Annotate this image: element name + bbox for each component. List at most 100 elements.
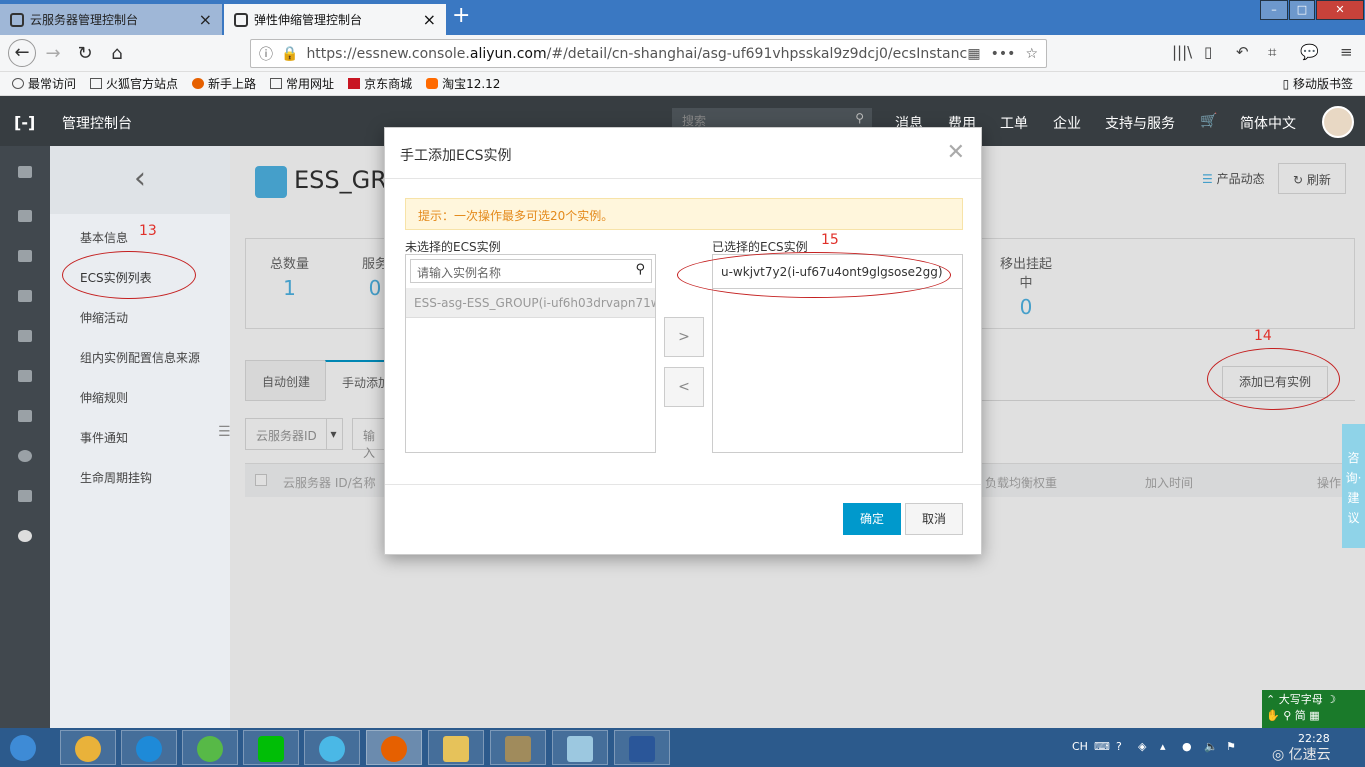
cloud-upload-icon[interactable]	[18, 330, 32, 342]
sidebar-item-scaling-activities[interactable]: 伸缩活动	[80, 309, 128, 326]
move-right-button[interactable]: >	[664, 317, 704, 357]
undo-icon[interactable]: ↶	[1236, 43, 1249, 61]
home-icon[interactable]: ⌂	[106, 43, 128, 65]
qr-icon[interactable]: ▦	[967, 46, 980, 62]
bookmark-common-sites[interactable]: 常用网址	[270, 75, 334, 92]
moon-icon: ☽	[1322, 693, 1337, 706]
iqiyi-icon	[258, 736, 284, 762]
tray-green-icon[interactable]: ●	[1182, 740, 1192, 753]
annotation-14: 14	[1254, 328, 1272, 344]
taskbar-explorer[interactable]	[428, 730, 484, 765]
bookmark-star-icon[interactable]: ☆	[1025, 46, 1038, 62]
library-icon[interactable]: |||\	[1172, 43, 1192, 61]
taskbar-word[interactable]	[614, 730, 670, 765]
grid-icon[interactable]	[18, 166, 32, 178]
watermark: ◎ 亿速云	[1272, 747, 1331, 763]
folder-icon	[270, 78, 283, 89]
circle-icon[interactable]	[18, 530, 32, 542]
url-suffix: /#/detail/cn-shanghai/asg-uf691vhpsskal9…	[546, 45, 968, 62]
list-item[interactable]: ESS-asg-ESS_GROUP(i-uf6h03drvapn71w...	[406, 288, 655, 318]
bookmark-most-visited[interactable]: 最常访问	[12, 75, 76, 92]
close-tab-icon[interactable]: ×	[199, 10, 212, 29]
globe-icon[interactable]	[18, 450, 32, 462]
consult-side-tab[interactable]: 咨询·建议	[1342, 424, 1365, 548]
taskbar-player[interactable]	[304, 730, 360, 765]
sidebar-item-config-source[interactable]: 组内实例配置信息来源	[80, 349, 200, 366]
crop-icon[interactable]: ⌗	[1268, 43, 1276, 61]
tray-expand-icon[interactable]: ▴	[1160, 740, 1166, 753]
aliyun-favicon-icon	[234, 12, 248, 27]
taskbar-browser[interactable]	[182, 730, 238, 765]
menu-icon[interactable]: ≡	[1340, 43, 1353, 61]
keyboard-icon[interactable]: ⌨	[1094, 740, 1110, 753]
annotation-oval-13	[62, 251, 196, 299]
taskbar-360-app[interactable]	[60, 730, 116, 765]
start-button[interactable]	[0, 730, 50, 765]
tray-app-icon[interactable]: ◈	[1138, 740, 1146, 753]
move-left-button[interactable]: <	[664, 367, 704, 407]
jd-icon	[348, 78, 361, 89]
page-actions-icon[interactable]: •••	[991, 46, 1016, 62]
instance-search-input[interactable]: 请输入实例名称 ⚲	[410, 259, 652, 283]
forward-icon[interactable]: →	[42, 43, 64, 65]
taskbar-ie[interactable]	[121, 730, 177, 765]
cloud-icon[interactable]	[18, 290, 32, 302]
bookmark-firefox-site[interactable]: 火狐官方站点	[90, 75, 178, 92]
avatar[interactable]	[1322, 106, 1354, 138]
sidebar-item-basic-info[interactable]: 基本信息	[80, 229, 128, 246]
taobao-icon	[426, 78, 439, 89]
back-chevron-icon[interactable]: ‹	[50, 146, 230, 214]
grid-icon: ▦	[1305, 709, 1320, 722]
nav-language[interactable]: 简体中文	[1240, 113, 1296, 133]
bookmark-getting-started[interactable]: 新手上路	[192, 75, 256, 92]
close-tab-icon[interactable]: ×	[423, 10, 436, 29]
bookmark-taobao[interactable]: 淘宝12.12	[426, 75, 500, 92]
sidebar-item-scaling-rules[interactable]: 伸缩规则	[80, 389, 128, 406]
volume-icon[interactable]: 🔈	[1204, 740, 1218, 753]
mobile-bookmarks[interactable]: ▯ 移动版书签	[1283, 75, 1353, 92]
taskbar-firefox[interactable]	[366, 730, 422, 765]
collapse-handle-icon[interactable]: ☰	[218, 424, 231, 440]
trophy-icon[interactable]	[18, 250, 32, 262]
minimize-icon[interactable]: –	[1260, 0, 1288, 20]
browser-tab-ess[interactable]: 弹性伸缩管理控制台 ×	[224, 4, 446, 35]
search-icon: ⚲	[1283, 709, 1295, 722]
bookmark-jd[interactable]: 京东商城	[348, 75, 412, 92]
close-window-icon[interactable]: ✕	[1316, 0, 1364, 20]
sidebar-item-event-notification[interactable]: 事件通知	[80, 429, 128, 446]
close-icon[interactable]: ✕	[947, 140, 965, 165]
browser-tab-ecs[interactable]: 云服务器管理控制台 ×	[0, 4, 222, 35]
reload-icon[interactable]: ↻	[74, 43, 96, 65]
cart-icon[interactable]: 🛒	[1200, 113, 1217, 129]
sidebar-item-lifecycle-hooks[interactable]: 生命周期挂钩	[80, 469, 152, 486]
new-tab-icon[interactable]: +	[452, 3, 470, 28]
list-icon[interactable]	[18, 210, 32, 222]
flag-icon[interactable]: ⚑	[1226, 740, 1236, 753]
language-indicator[interactable]: CH	[1072, 740, 1088, 753]
nav-enterprise[interactable]: 企业	[1053, 113, 1081, 133]
bug-icon[interactable]	[18, 490, 32, 502]
cancel-button[interactable]: 取消	[905, 503, 963, 535]
taskbar-control-panel[interactable]	[490, 730, 546, 765]
annotation-15: 15	[821, 232, 839, 248]
maximize-icon[interactable]: □	[1289, 0, 1315, 20]
ie-icon	[136, 736, 162, 762]
chat-icon[interactable]: 💬	[1300, 43, 1319, 61]
bookmarks-bar: 最常访问 火狐官方站点 新手上路 常用网址 京东商城 淘宝12.12 ▯ 移动版…	[0, 72, 1365, 96]
console-title[interactable]: 管理控制台	[62, 113, 132, 133]
ime-toolbar[interactable]: ⌃ 大写字母 ☽ ✋ ⚲ 简 ▦	[1262, 690, 1365, 728]
help-icon[interactable]: ?	[1116, 740, 1122, 753]
cluster-icon[interactable]	[18, 410, 32, 422]
aliyun-logo-icon[interactable]: [-]	[14, 113, 35, 132]
nav-support[interactable]: 支持与服务	[1105, 113, 1175, 133]
taskbar-iqiyi[interactable]	[243, 730, 299, 765]
info-icon: ⓘ	[259, 46, 273, 63]
confirm-button[interactable]: 确定	[843, 503, 901, 535]
sidebar-icon[interactable]: ▯	[1204, 43, 1212, 61]
nav-tickets[interactable]: 工单	[1000, 113, 1028, 133]
url-bar[interactable]: ⓘ 🔒 https://essnew.console. aliyun.com/#/…	[250, 39, 1047, 68]
back-icon[interactable]: ←	[8, 39, 36, 67]
url-domain: aliyun.com	[469, 45, 547, 62]
taskbar-notepad[interactable]	[552, 730, 608, 765]
tools-icon[interactable]	[18, 370, 32, 382]
